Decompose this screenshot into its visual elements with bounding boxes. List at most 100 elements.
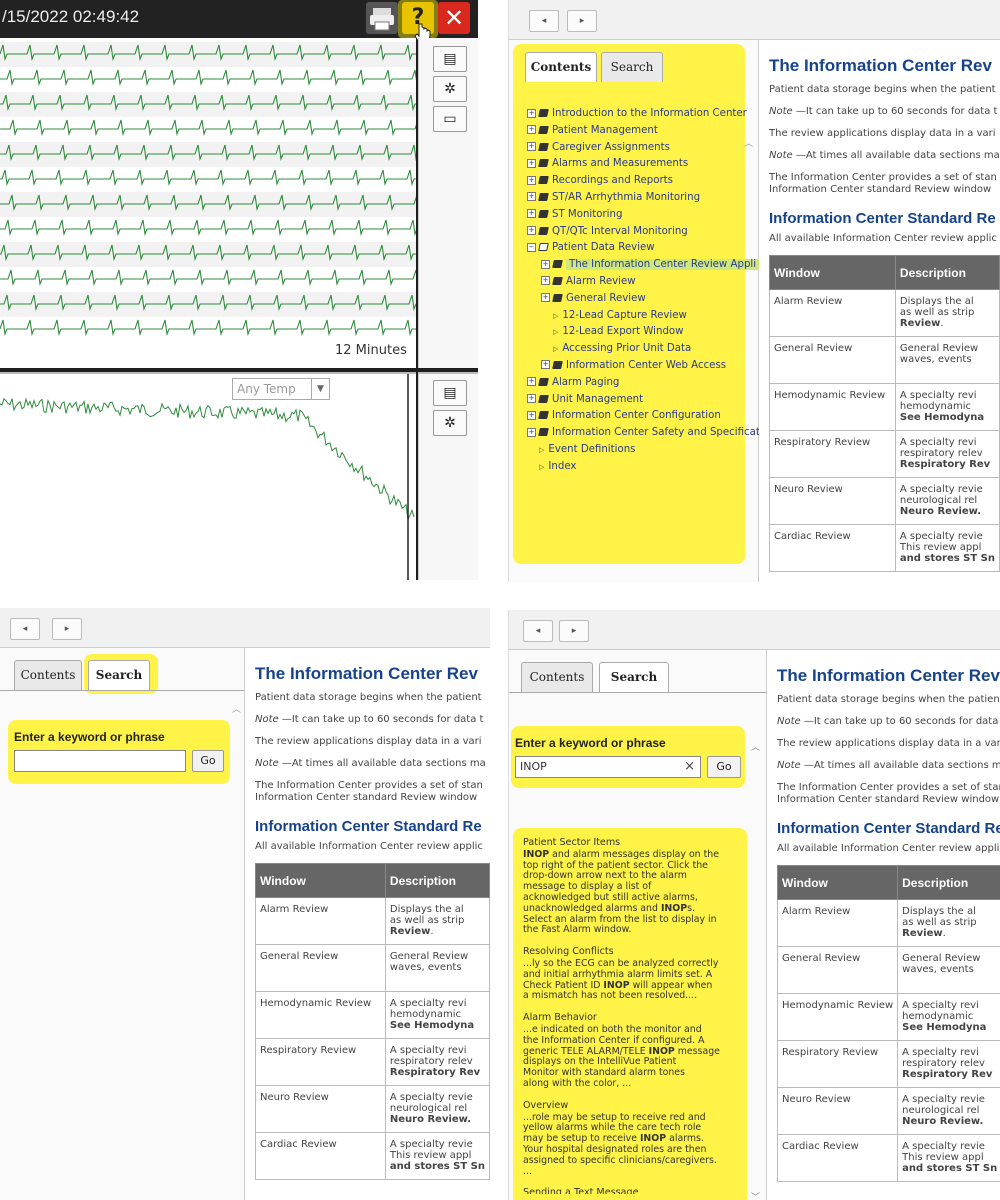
folder-icon[interactable]: ▭ xyxy=(433,106,467,132)
tree-item[interactable]: + Alarm Paging xyxy=(527,375,759,392)
tree-item-label: Alarm Paging xyxy=(552,376,620,388)
expand-icon[interactable]: + xyxy=(527,125,536,135)
clear-search-icon[interactable]: × xyxy=(684,759,695,774)
result-title[interactable]: Overview xyxy=(523,1100,735,1112)
printer-icon[interactable] xyxy=(366,2,398,34)
trend-side-toolbar: ▤ ✲ xyxy=(418,372,478,580)
help-toolbar: ◂ ▸ xyxy=(509,610,1000,650)
tree-item-label: Recordings and Reports xyxy=(552,175,673,187)
expand-icon[interactable]: + xyxy=(527,410,536,420)
tree-item[interactable]: ▷ 12-Lead Export Window xyxy=(527,324,759,341)
tab-contents[interactable]: Contents xyxy=(14,660,82,690)
search-result[interactable]: Sending a Text Message... indicating the… xyxy=(523,1188,735,1194)
tree-item[interactable]: + Information Center Safety and Specifica… xyxy=(527,425,760,442)
monitor-panel: /15/2022 02:49:42 ? ✕ 12 Minutes ▤ ✲ ▭ A… xyxy=(0,0,478,580)
book-icon xyxy=(552,260,563,269)
trend-parameter-select[interactable]: Any Temp ▼ xyxy=(232,378,330,400)
collapse-icon[interactable]: − xyxy=(527,242,536,252)
expand-icon[interactable]: + xyxy=(541,360,550,370)
back-button[interactable]: ◂ xyxy=(10,618,40,640)
tree-item[interactable]: + Alarms and Measurements xyxy=(527,156,759,173)
note: Note —At times all available data sectio… xyxy=(769,150,1000,161)
expand-icon[interactable]: + xyxy=(527,226,536,236)
expand-icon[interactable]: + xyxy=(527,209,536,219)
tree-item[interactable]: ▷ 12-Lead Capture Review xyxy=(527,308,759,325)
tree-item[interactable]: + Information Center Configuration xyxy=(527,408,759,425)
tree-item[interactable]: + QT/QTc Interval Monitoring xyxy=(527,224,759,241)
help-content: The Information Center Rev Patient data … xyxy=(767,650,1000,1200)
tab-search[interactable]: Search xyxy=(599,662,669,692)
table-row: Neuro Review A specialty revie neurologic… xyxy=(255,1085,490,1133)
result-line: ... xyxy=(523,1165,532,1177)
tree-item[interactable]: + ST/AR Arrhythmia Monitoring xyxy=(527,190,759,207)
tree-item[interactable]: + Alarm Review xyxy=(527,274,759,291)
tree-item[interactable]: ▷ Event Definitions xyxy=(527,442,759,459)
search-input[interactable]: INOP × xyxy=(515,756,701,778)
tree-item[interactable]: ▷ Accessing Prior Unit Data xyxy=(527,341,759,358)
expand-icon[interactable]: + xyxy=(527,394,536,404)
tree-item[interactable]: + ST Monitoring xyxy=(527,207,759,224)
tree-item[interactable]: + Recordings and Reports xyxy=(527,173,759,190)
expand-icon[interactable]: + xyxy=(527,192,536,202)
layout-icon[interactable]: ▤ xyxy=(433,380,467,406)
tree-item[interactable]: ▷ Index xyxy=(527,459,759,476)
paragraph: The review applications display data in … xyxy=(769,128,996,139)
tree-item[interactable]: + The Information Center Review Appli xyxy=(527,257,760,274)
back-button[interactable]: ◂ xyxy=(523,620,553,642)
go-button[interactable]: Go xyxy=(192,750,224,772)
search-result[interactable]: Resolving Conflicts ...ly so the ECG can … xyxy=(523,946,735,1002)
scroll-up-icon[interactable]: ︿ xyxy=(751,740,760,753)
expand-icon[interactable]: + xyxy=(527,377,536,387)
tree-item[interactable]: + Caregiver Assignments xyxy=(527,140,759,157)
expand-icon[interactable]: + xyxy=(541,259,550,269)
result-title[interactable]: Alarm Behavior xyxy=(523,1012,735,1024)
expand-icon[interactable]: + xyxy=(541,276,550,286)
expand-icon[interactable]: + xyxy=(527,158,536,168)
close-button[interactable]: ✕ xyxy=(438,2,470,34)
search-result[interactable]: Overview ...role may be setup to receive … xyxy=(523,1100,735,1178)
tree-item-label: Information Center Safety and Specificat xyxy=(552,427,760,439)
tree-item[interactable]: + Introduction to the Information Center xyxy=(527,106,759,123)
forward-button[interactable]: ▸ xyxy=(559,620,589,642)
book-icon xyxy=(538,226,549,235)
tree-item[interactable]: + General Review xyxy=(527,291,759,308)
tab-search[interactable]: Search xyxy=(601,52,663,82)
chevron-down-icon[interactable]: ▼ xyxy=(311,379,329,399)
layout-icon[interactable]: ▤ xyxy=(433,46,467,72)
tree-item[interactable]: + Patient Management xyxy=(527,123,759,140)
tree-item-label: Index xyxy=(548,460,577,472)
tab-contents[interactable]: Contents xyxy=(525,52,597,82)
search-result[interactable]: Patient Sector Items INOP and alarm messa… xyxy=(523,837,735,936)
result-title[interactable]: Resolving Conflicts xyxy=(523,946,735,958)
scroll-down-icon[interactable]: ﹀ xyxy=(751,1190,760,1200)
back-button[interactable]: ◂ xyxy=(529,10,559,32)
tab-contents[interactable]: Contents xyxy=(521,662,593,692)
result-title[interactable]: Patient Sector Items xyxy=(523,837,735,849)
result-title[interactable]: Sending a Text Message xyxy=(523,1188,735,1194)
window-name: Alarm Review xyxy=(776,899,899,947)
forward-button[interactable]: ▸ xyxy=(52,618,82,640)
table-row: Respiratory Review A specialty revi respi… xyxy=(255,1038,490,1086)
book-icon xyxy=(538,394,549,403)
expand-icon[interactable]: + xyxy=(527,427,536,437)
tree-item[interactable]: + Unit Management xyxy=(527,392,759,409)
search-result[interactable]: Alarm Behavior ...e indicated on both the… xyxy=(523,1012,735,1090)
go-button[interactable]: Go xyxy=(707,756,741,778)
expand-icon[interactable]: + xyxy=(527,108,536,118)
table-row: Hemodynamic Review A specialty revi hemod… xyxy=(776,993,1000,1041)
forward-button[interactable]: ▸ xyxy=(567,10,597,32)
expand-icon[interactable]: + xyxy=(527,142,536,152)
page-arrow-icon: ▷ xyxy=(553,345,559,354)
settings-gear-icon[interactable]: ✲ xyxy=(433,410,467,436)
tree-item[interactable]: − Patient Data Review xyxy=(527,240,759,257)
scroll-up-icon[interactable]: ︿ xyxy=(232,702,241,715)
expand-icon[interactable]: + xyxy=(527,175,536,185)
search-input[interactable] xyxy=(14,750,186,772)
tab-search[interactable]: Search xyxy=(88,660,150,690)
window-name: General Review xyxy=(255,944,386,992)
table-row: Alarm Review Displays the al as well as s… xyxy=(776,899,1000,947)
page-title: The Information Center Rev xyxy=(769,56,992,75)
settings-gear-icon[interactable]: ✲ xyxy=(433,76,467,102)
expand-icon[interactable]: + xyxy=(541,293,550,303)
tree-item[interactable]: + Information Center Web Access xyxy=(527,358,759,375)
